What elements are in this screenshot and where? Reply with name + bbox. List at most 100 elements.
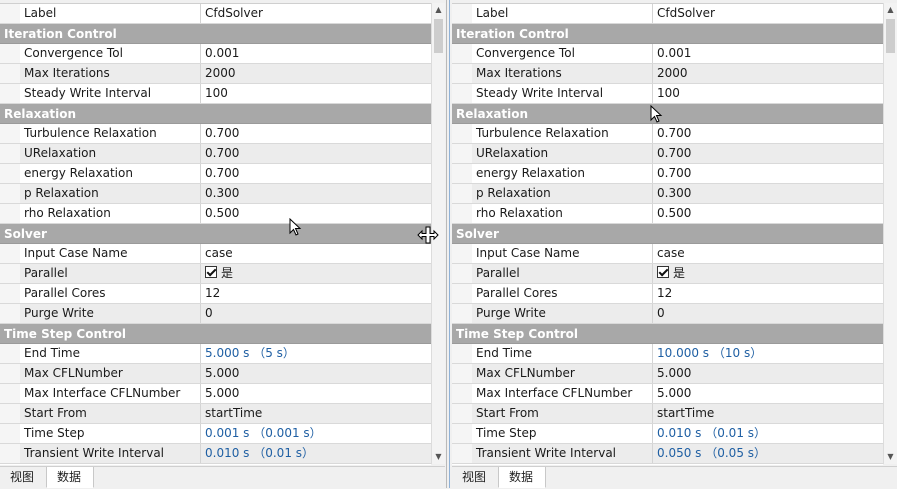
category-iteration-control[interactable]: Iteration Control: [452, 24, 883, 44]
property-row-urelaxation[interactable]: URelaxation 0.700: [452, 144, 883, 164]
category-iteration-control[interactable]: Iteration Control: [0, 24, 431, 44]
property-value[interactable]: 0.700: [654, 124, 883, 143]
scrollbar-thumb[interactable]: [886, 19, 895, 53]
property-value[interactable]: 0.001: [202, 44, 431, 63]
property-value[interactable]: 5.000: [202, 364, 431, 383]
property-value[interactable]: 100: [654, 84, 883, 103]
scroll-down-arrow-icon[interactable]: ▼: [432, 450, 445, 464]
property-value[interactable]: CfdSolver: [202, 4, 431, 23]
property-value[interactable]: 0.300: [654, 184, 883, 203]
property-row-max-iterations[interactable]: Max Iterations 2000: [452, 64, 883, 84]
property-row-energy-relaxation[interactable]: energy Relaxation 0.700: [0, 164, 431, 184]
property-row-convergence-tol[interactable]: Convergence Tol 0.001: [0, 44, 431, 64]
property-value[interactable]: 12: [654, 284, 883, 303]
category-relaxation[interactable]: Relaxation: [0, 104, 431, 124]
property-value[interactable]: 10.000 s （10 s）: [654, 344, 883, 363]
property-row-p-relaxation[interactable]: p Relaxation 0.300: [452, 184, 883, 204]
property-value[interactable]: startTime: [654, 404, 883, 423]
property-value[interactable]: 0.700: [654, 144, 883, 163]
property-value[interactable]: 0.500: [202, 204, 431, 223]
property-value[interactable]: 5.000 s （5 s）: [202, 344, 431, 363]
property-value[interactable]: 0.010 s （0.01 s）: [202, 444, 431, 463]
category-solver[interactable]: Solver: [452, 224, 883, 244]
category-time-step-control[interactable]: Time Step Control: [452, 324, 883, 344]
property-value[interactable]: 5.000: [202, 384, 431, 403]
property-row-parallel[interactable]: Parallel 是: [0, 264, 431, 284]
tab-data[interactable]: 数据: [498, 467, 546, 488]
property-row-convergence-tol[interactable]: Convergence Tol 0.001: [452, 44, 883, 64]
parallel-checkbox[interactable]: [657, 266, 669, 278]
property-value[interactable]: case: [654, 244, 883, 263]
property-row-purge-write[interactable]: Purge Write 0: [0, 304, 431, 324]
property-value[interactable]: 0: [202, 304, 431, 323]
property-row-max-cflnumber[interactable]: Max CFLNumber 5.000: [0, 364, 431, 384]
property-row-turbulence-relaxation[interactable]: Turbulence Relaxation 0.700: [0, 124, 431, 144]
scroll-down-arrow-icon[interactable]: ▼: [884, 450, 897, 464]
property-row-start-from[interactable]: Start From startTime: [0, 404, 431, 424]
property-row-transient-write-interval[interactable]: Transient Write Interval 0.050 s （0.05 s）: [452, 444, 883, 464]
property-row-energy-relaxation[interactable]: energy Relaxation 0.700: [452, 164, 883, 184]
property-row-steady-write-interval[interactable]: Steady Write Interval 100: [0, 84, 431, 104]
property-value[interactable]: 0.700: [202, 124, 431, 143]
property-value[interactable]: startTime: [202, 404, 431, 423]
tab-data[interactable]: 数据: [46, 467, 94, 488]
checkbox-label: 是: [221, 266, 234, 280]
property-row-p-relaxation[interactable]: p Relaxation 0.300: [0, 184, 431, 204]
property-row-steady-write-interval[interactable]: Steady Write Interval 100: [452, 84, 883, 104]
category-solver[interactable]: Solver: [0, 224, 431, 244]
property-value[interactable]: 0.700: [202, 144, 431, 163]
property-value[interactable]: 100: [202, 84, 431, 103]
property-value[interactable]: 2000: [654, 64, 883, 83]
property-row-transient-write-interval[interactable]: Transient Write Interval 0.010 s （0.01 s）: [0, 444, 431, 464]
property-value[interactable]: CfdSolver: [654, 4, 883, 23]
property-value[interactable]: 5.000: [654, 384, 883, 403]
property-row-turbulence-relaxation[interactable]: Turbulence Relaxation 0.700: [452, 124, 883, 144]
scroll-up-arrow-icon[interactable]: ▲: [884, 3, 897, 17]
category-relaxation[interactable]: Relaxation: [452, 104, 883, 124]
property-value[interactable]: 0.010 s （0.01 s）: [654, 424, 883, 443]
property-row-input-case-name[interactable]: Input Case Name case: [0, 244, 431, 264]
property-row-urelaxation[interactable]: URelaxation 0.700: [0, 144, 431, 164]
property-row-label[interactable]: Label CfdSolver: [0, 4, 431, 24]
tab-view[interactable]: 视图: [0, 467, 46, 488]
property-row-end-time[interactable]: End Time 5.000 s （5 s）: [0, 344, 431, 364]
property-row-parallel-cores[interactable]: Parallel Cores 12: [0, 284, 431, 304]
property-value[interactable]: 0.700: [654, 164, 883, 183]
property-row-parallel-cores[interactable]: Parallel Cores 12: [452, 284, 883, 304]
property-value[interactable]: 2000: [202, 64, 431, 83]
property-row-parallel[interactable]: Parallel 是: [452, 264, 883, 284]
property-value[interactable]: 是: [202, 264, 431, 283]
property-value[interactable]: 0.001 s （0.001 s）: [202, 424, 431, 443]
property-value[interactable]: 0.300: [202, 184, 431, 203]
vertical-scrollbar[interactable]: ▲ ▼: [883, 3, 897, 464]
property-row-end-time[interactable]: End Time 10.000 s （10 s）: [452, 344, 883, 364]
property-value[interactable]: 是: [654, 264, 883, 283]
property-value[interactable]: 0.050 s （0.05 s）: [654, 444, 883, 463]
property-value[interactable]: 0.500: [654, 204, 883, 223]
property-row-rho-relaxation[interactable]: rho Relaxation 0.500: [0, 204, 431, 224]
property-value[interactable]: 0: [654, 304, 883, 323]
property-row-max-cflnumber[interactable]: Max CFLNumber 5.000: [452, 364, 883, 384]
panel-splitter[interactable]: [445, 0, 452, 488]
property-row-max-iterations[interactable]: Max Iterations 2000: [0, 64, 431, 84]
property-value[interactable]: 0.700: [202, 164, 431, 183]
property-row-start-from[interactable]: Start From startTime: [452, 404, 883, 424]
scroll-up-arrow-icon[interactable]: ▲: [432, 3, 445, 17]
property-row-purge-write[interactable]: Purge Write 0: [452, 304, 883, 324]
property-value[interactable]: 0.001: [654, 44, 883, 63]
property-key: Input Case Name: [472, 244, 653, 263]
tab-view[interactable]: 视图: [452, 467, 498, 488]
property-value[interactable]: case: [202, 244, 431, 263]
category-time-step-control[interactable]: Time Step Control: [0, 324, 431, 344]
property-value[interactable]: 12: [202, 284, 431, 303]
property-row-time-step[interactable]: Time Step 0.010 s （0.01 s）: [452, 424, 883, 444]
property-row-input-case-name[interactable]: Input Case Name case: [452, 244, 883, 264]
parallel-checkbox[interactable]: [205, 266, 217, 278]
property-value[interactable]: 5.000: [654, 364, 883, 383]
property-row-rho-relaxation[interactable]: rho Relaxation 0.500: [452, 204, 883, 224]
property-row-max-interface-cflnumber[interactable]: Max Interface CFLNumber 5.000: [452, 384, 883, 404]
property-row-time-step[interactable]: Time Step 0.001 s （0.001 s）: [0, 424, 431, 444]
property-row-label[interactable]: Label CfdSolver: [452, 4, 883, 24]
scrollbar-thumb[interactable]: [434, 19, 443, 53]
property-row-max-interface-cflnumber[interactable]: Max Interface CFLNumber 5.000: [0, 384, 431, 404]
